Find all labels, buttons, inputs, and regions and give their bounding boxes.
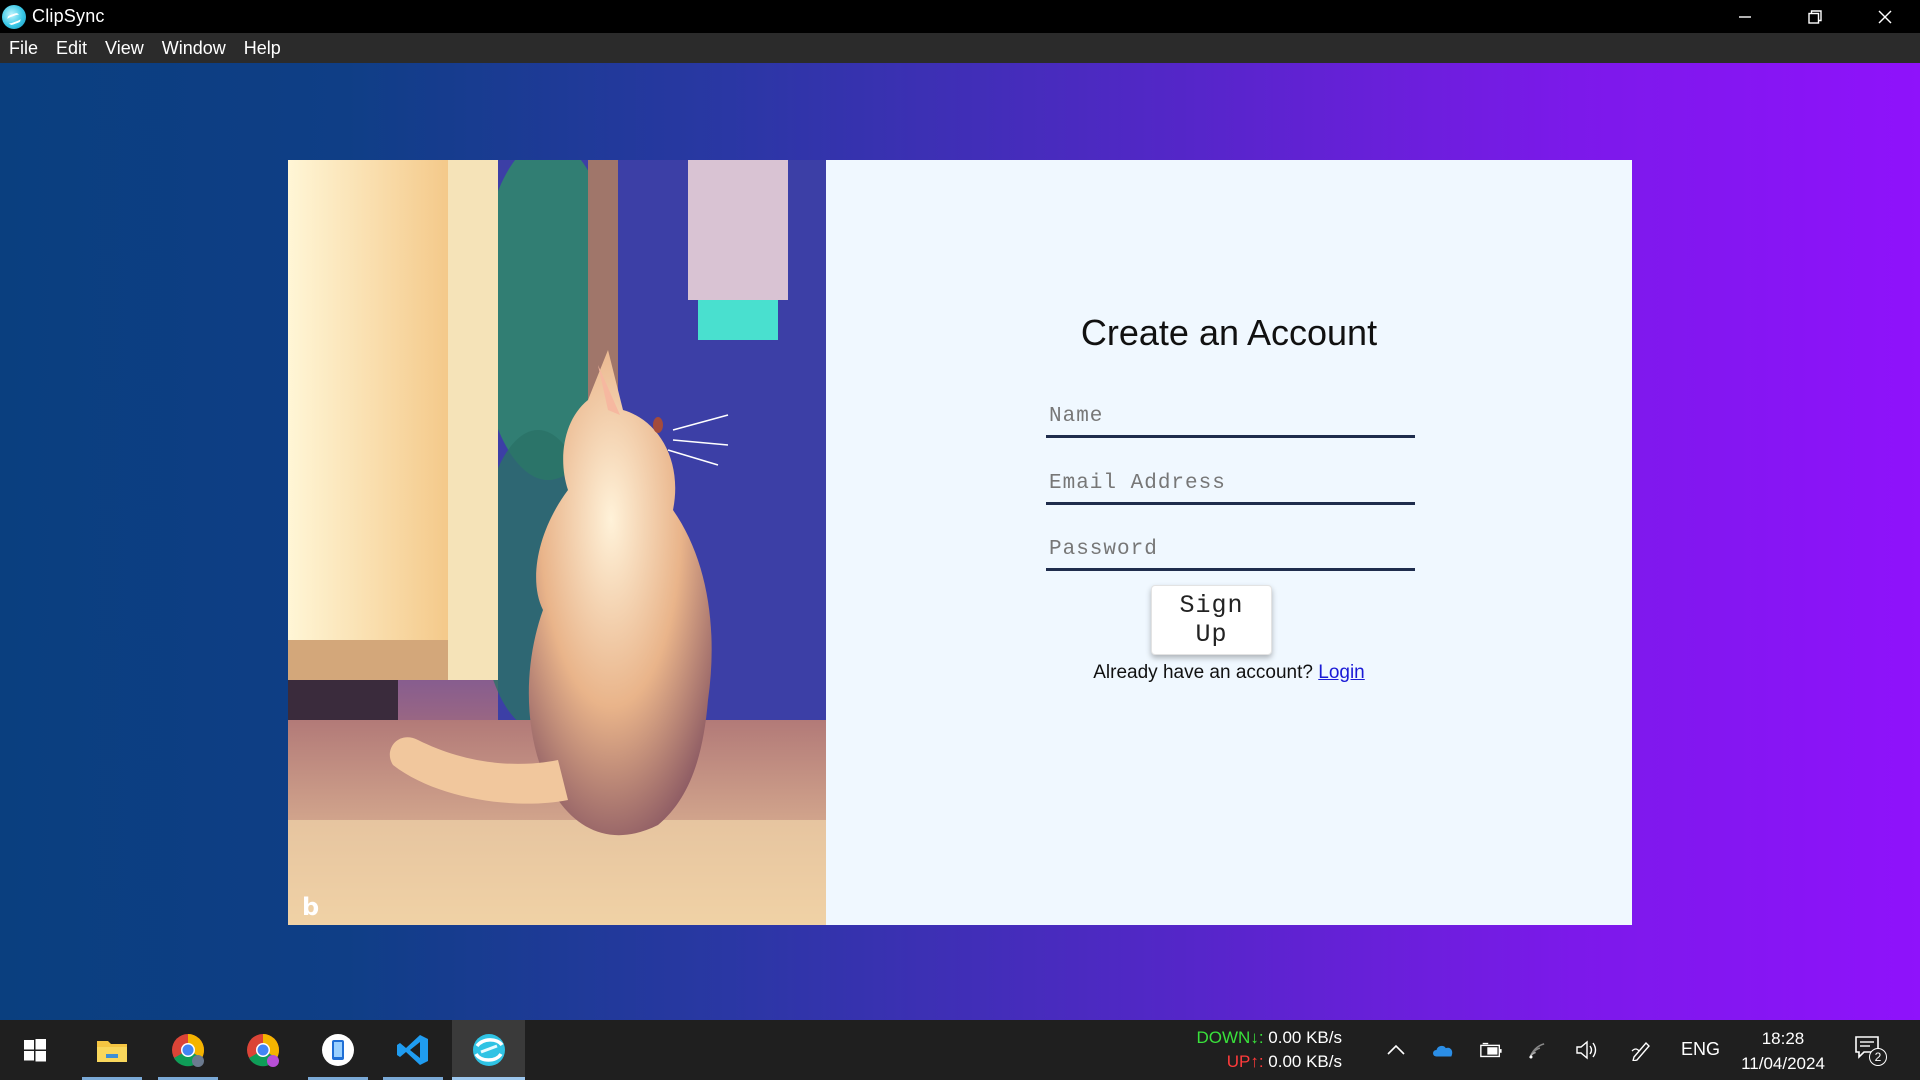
speaker-icon bbox=[1576, 1040, 1597, 1060]
action-center-button[interactable]: 2 bbox=[1854, 1034, 1887, 1067]
signup-card: b Create an Account Sign Up Already have… bbox=[288, 160, 1632, 925]
clipsync-app-icon bbox=[2, 4, 26, 29]
vscode-icon bbox=[397, 1035, 428, 1065]
minimize-icon bbox=[1739, 15, 1751, 18]
pen-workspace-icon bbox=[1631, 1041, 1650, 1061]
pen-tray[interactable] bbox=[1630, 1038, 1654, 1062]
login-link[interactable]: Login bbox=[1318, 662, 1365, 683]
password-input[interactable] bbox=[1046, 531, 1415, 571]
battery-tray[interactable] bbox=[1479, 1038, 1503, 1062]
name-input[interactable] bbox=[1046, 398, 1415, 438]
title-bar[interactable]: ClipSync bbox=[0, 0, 1920, 33]
menu-help[interactable]: Help bbox=[235, 38, 290, 59]
menu-bar: File Edit View Window Help bbox=[0, 33, 1920, 63]
main-content: b Create an Account Sign Up Already have… bbox=[0, 63, 1920, 1020]
phone-link-icon bbox=[322, 1034, 354, 1066]
email-input[interactable] bbox=[1046, 465, 1415, 505]
minimize-button[interactable] bbox=[1710, 0, 1780, 33]
net-up-value: 0.00 KB/s bbox=[1268, 1052, 1342, 1071]
close-icon bbox=[1878, 10, 1892, 23]
windows-start-icon bbox=[24, 1039, 46, 1062]
close-button[interactable] bbox=[1850, 0, 1920, 33]
notification-count-badge: 2 bbox=[1869, 1048, 1887, 1066]
taskbar-clipsync[interactable] bbox=[452, 1020, 525, 1080]
login-prompt-text: Already have an account? bbox=[1093, 662, 1313, 683]
signup-form: Create an Account Sign Up Already have a… bbox=[826, 160, 1632, 925]
login-prompt-line: Already have an account? Login bbox=[826, 662, 1632, 684]
clock-date: 11/04/2024 bbox=[1741, 1054, 1825, 1073]
wifi-icon bbox=[1529, 1043, 1545, 1059]
chevron-up-icon bbox=[1387, 1044, 1405, 1055]
restore-icon bbox=[1808, 9, 1822, 24]
network-speed-monitor: DOWN↓: 0.00 KB/s UP↑: 0.00 KB/s bbox=[1192, 1026, 1343, 1074]
net-up-line: UP↑: 0.00 KB/s bbox=[1192, 1050, 1342, 1074]
chrome-icon bbox=[172, 1034, 205, 1067]
cat-illustration-art: b bbox=[288, 160, 826, 925]
window-controls bbox=[1710, 0, 1920, 33]
taskbar: DOWN↓: 0.00 KB/s UP↑: 0.00 KB/s ENG 18:2… bbox=[0, 1020, 1920, 1080]
chrome-icon bbox=[247, 1034, 280, 1067]
menu-file[interactable]: File bbox=[0, 38, 47, 59]
show-hidden-icons-button[interactable] bbox=[1384, 1038, 1408, 1062]
language-indicator[interactable]: ENG bbox=[1681, 1039, 1720, 1060]
taskbar-file-explorer[interactable] bbox=[82, 1020, 142, 1080]
net-up-label: UP↑: bbox=[1226, 1052, 1264, 1071]
menu-edit[interactable]: Edit bbox=[47, 38, 96, 59]
system-clock[interactable]: 18:28 11/04/2024 bbox=[1728, 1026, 1838, 1076]
onedrive-tray[interactable] bbox=[1431, 1038, 1455, 1062]
app-window: ClipSync File Edit View Window Help b Cr… bbox=[0, 0, 1920, 1020]
clock-time: 18:28 bbox=[1761, 1029, 1805, 1048]
form-title: Create an Account bbox=[1080, 312, 1378, 353]
cat-illustration: b bbox=[288, 160, 826, 925]
onedrive-cloud-icon bbox=[1433, 1045, 1453, 1057]
taskbar-phone-link[interactable] bbox=[308, 1020, 368, 1080]
volume-tray[interactable] bbox=[1575, 1038, 1599, 1062]
network-tray[interactable] bbox=[1528, 1038, 1552, 1062]
restore-button[interactable] bbox=[1780, 0, 1850, 33]
net-down-line: DOWN↓: 0.00 KB/s bbox=[1192, 1026, 1343, 1050]
start-button[interactable] bbox=[5, 1020, 65, 1080]
window-title: ClipSync bbox=[32, 6, 105, 26]
sign-up-button[interactable]: Sign Up bbox=[1151, 585, 1272, 655]
clipsync-icon bbox=[472, 1034, 505, 1066]
taskbar-chrome-2[interactable] bbox=[233, 1020, 293, 1080]
svg-text:b: b bbox=[302, 893, 319, 921]
menu-window[interactable]: Window bbox=[153, 38, 235, 59]
file-explorer-icon bbox=[97, 1041, 127, 1062]
net-down-label: DOWN↓: bbox=[1196, 1028, 1264, 1047]
taskbar-vscode[interactable] bbox=[383, 1020, 443, 1080]
menu-view[interactable]: View bbox=[96, 38, 153, 59]
taskbar-chrome-1[interactable] bbox=[158, 1020, 218, 1080]
battery-icon bbox=[1480, 1042, 1502, 1058]
net-down-value: 0.00 KB/s bbox=[1268, 1028, 1342, 1047]
